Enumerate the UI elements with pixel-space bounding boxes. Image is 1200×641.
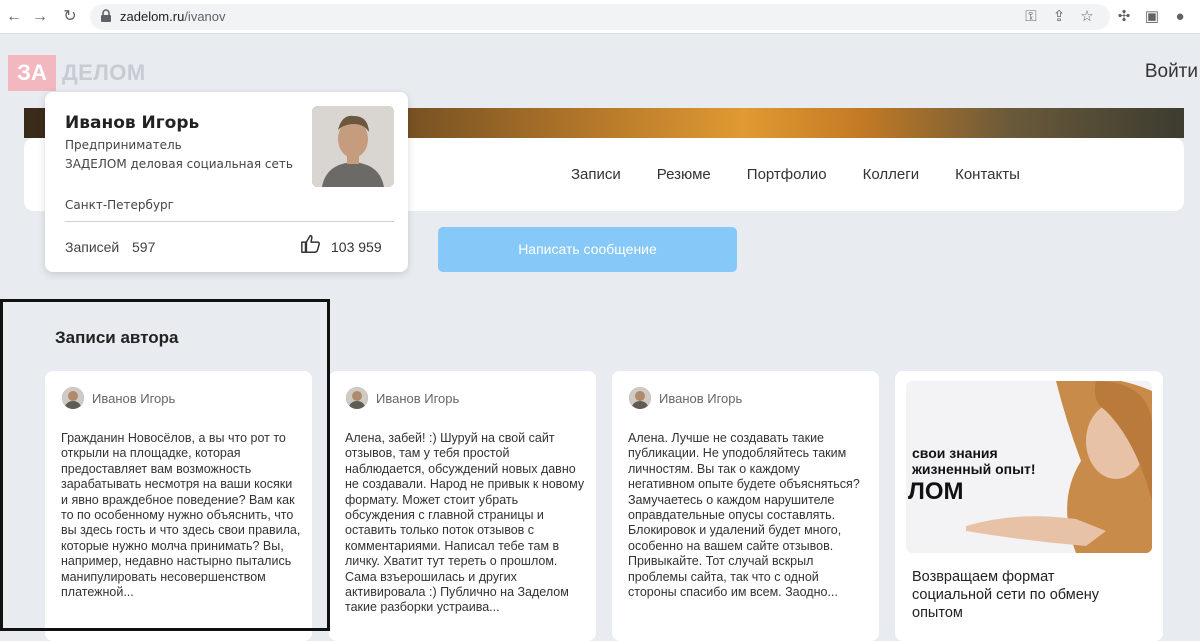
back-icon[interactable]: ←	[4, 7, 24, 27]
profile-photo[interactable]	[312, 106, 394, 187]
posts-label: Записей	[65, 239, 120, 255]
forward-icon[interactable]: →	[30, 7, 50, 27]
share-icon[interactable]: ⇪	[1050, 8, 1068, 26]
profile-divider	[65, 221, 394, 222]
post-text: Алена, забей! :) Шуруй на свой сайт отзы…	[345, 431, 585, 615]
url-text[interactable]: zadelom.ru/ivanov	[120, 9, 226, 24]
promo-image: свои знания жизненный опыт! ЛОМ	[906, 381, 1152, 553]
logo-delom: ДЕЛОМ	[62, 60, 146, 85]
posts-count: 597	[132, 239, 156, 255]
profile-org: ЗАДЕЛОМ деловая социальная сеть	[65, 157, 293, 171]
key-icon[interactable]: ⚿	[1022, 8, 1040, 26]
highlight-frame	[0, 299, 330, 631]
star-icon[interactable]: ☆	[1078, 8, 1096, 26]
thumbs-up-icon[interactable]	[300, 233, 322, 255]
side-panel-icon[interactable]: ▣	[1143, 8, 1161, 26]
avatar	[629, 387, 651, 409]
likes-count: 103 959	[331, 239, 382, 255]
tab-portfolio[interactable]: Портфолио	[747, 166, 827, 183]
profile-role: Предприниматель	[65, 138, 182, 152]
promo-line-3: ЛОМ	[908, 478, 964, 505]
profile-city: Санкт-Петербург	[65, 198, 174, 212]
login-link[interactable]: Войти	[1145, 61, 1198, 83]
lock-icon[interactable]	[100, 9, 112, 23]
extensions-icon[interactable]: ✣	[1115, 8, 1133, 26]
site-logo[interactable]: ЗА ДЕЛОМ	[8, 55, 146, 91]
profile-card: Иванов Игорь Предприниматель ЗАДЕЛОМ дел…	[45, 92, 408, 272]
browser-toolbar: ← → ↻ zadelom.ru/ivanov ⚿ ⇪ ☆ ✣ ▣ ●	[0, 0, 1200, 34]
profile-icon[interactable]: ●	[1171, 8, 1189, 26]
profile-tabs: Записи Резюме Портфолио Коллеги Контакты	[571, 166, 1056, 183]
post-author[interactable]: Иванов Игорь	[376, 391, 459, 406]
promo-card[interactable]: свои знания жизненный опыт! ЛОМ Возвраща…	[895, 371, 1163, 641]
reload-icon[interactable]: ↻	[60, 7, 80, 27]
profile-name: Иванов Игорь	[65, 113, 200, 133]
tab-colleagues[interactable]: Коллеги	[863, 166, 919, 183]
post-card[interactable]: Иванов Игорь Алена. Лучше не создавать т…	[612, 371, 879, 641]
post-card[interactable]: Иванов Игорь Алена, забей! :) Шуруй на с…	[329, 371, 596, 641]
avatar	[346, 387, 368, 409]
promo-line-1: свои знания	[912, 445, 998, 461]
promo-title[interactable]: Возвращаем формат социальной сети по обм…	[912, 568, 1132, 622]
address-bar[interactable]	[90, 4, 1110, 30]
post-author[interactable]: Иванов Игорь	[659, 391, 742, 406]
write-message-button[interactable]: Написать сообщение	[438, 227, 737, 272]
tab-resume[interactable]: Резюме	[657, 166, 711, 183]
promo-line-2: жизненный опыт!	[912, 461, 1036, 477]
tab-contacts[interactable]: Контакты	[955, 166, 1020, 183]
post-text: Алена. Лучше не создавать такие публикац…	[628, 431, 860, 600]
tab-posts[interactable]: Записи	[571, 166, 621, 183]
logo-za: ЗА	[8, 55, 56, 91]
